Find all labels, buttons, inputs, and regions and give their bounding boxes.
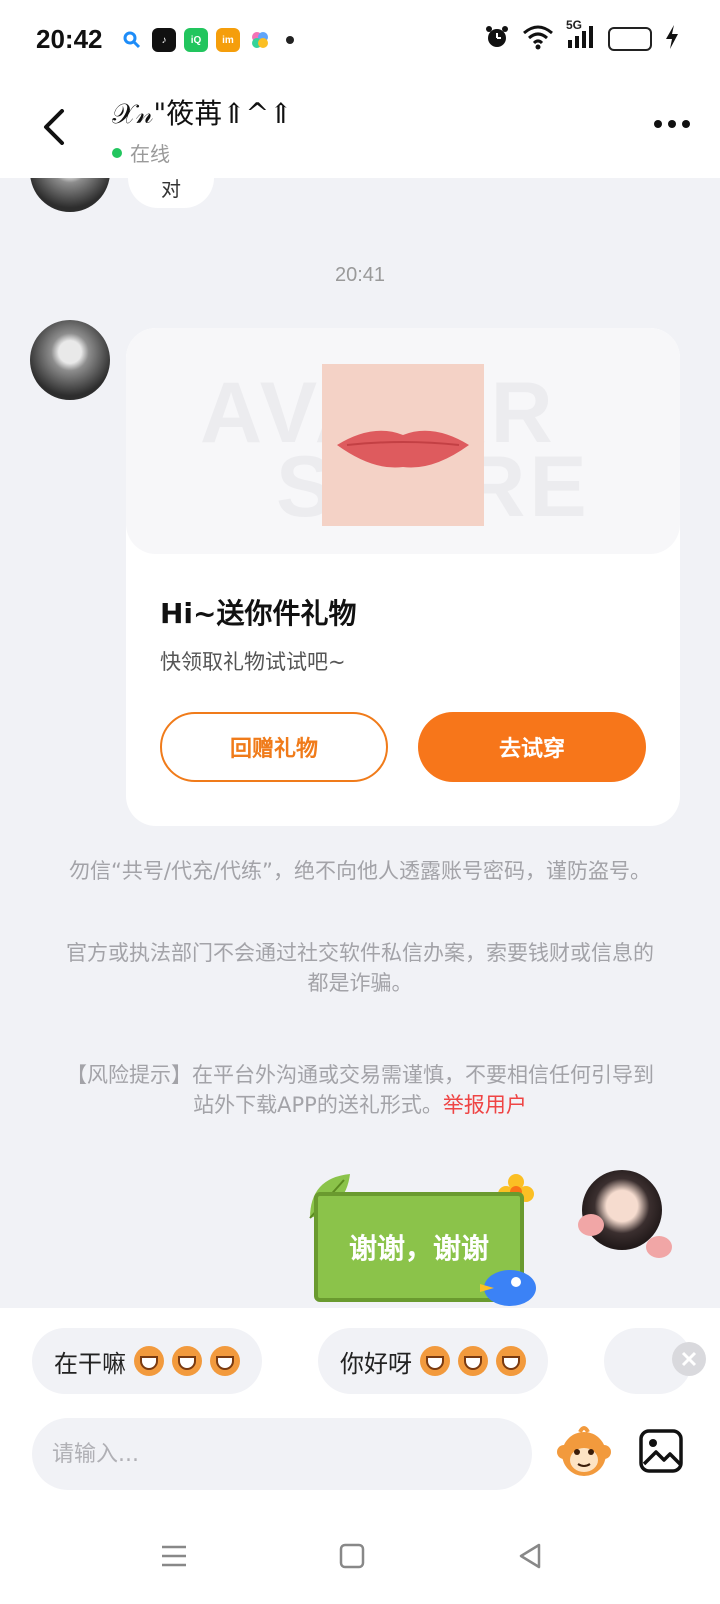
status-bar: 20:42 ♪ iQ im 5G 5 [0, 0, 720, 80]
risk-notice: 【风险提示】在平台外沟通或交易需谨慎，不要相信任何引导到站外下载APP的送礼形式… [60, 1060, 660, 1120]
gift-image-area: AVATAR STORE [126, 328, 680, 554]
close-quick-replies-button[interactable] [672, 1342, 706, 1376]
back-triangle-icon [519, 1543, 541, 1569]
chat-header: 𝒳𝓃"筱苒⇑^⇑ 在线 [0, 80, 720, 178]
status-time: 20:42 [36, 24, 103, 54]
menu-nav-button[interactable] [154, 1536, 194, 1576]
lips-icon [337, 430, 469, 468]
charging-icon [664, 24, 680, 54]
back-button[interactable] [34, 102, 74, 152]
iqiyi-icon: iQ [184, 28, 208, 52]
grin-emoji-icon [458, 1346, 488, 1376]
image-icon [639, 1429, 683, 1473]
sticker-message[interactable]: 谢谢，谢谢 [300, 1168, 540, 1308]
contact-avatar[interactable] [30, 178, 110, 212]
contact-avatar[interactable] [30, 320, 110, 400]
bottom-panel: 在干嘛 你好呀 [0, 1308, 720, 1604]
chat-messages[interactable]: 对 20:41 AVATAR STORE Hi~送你件礼物 快领取礼物试试吧~ … [0, 178, 720, 1308]
menu-icon [162, 1545, 186, 1567]
grin-emoji-icon [210, 1346, 240, 1376]
more-options-button[interactable] [654, 120, 690, 128]
network-label: 5G [566, 18, 583, 32]
report-user-link[interactable]: 举报用户 [443, 1093, 527, 1117]
wifi-icon [522, 24, 554, 54]
grin-emoji-icon [172, 1346, 202, 1376]
home-nav-button[interactable] [332, 1536, 372, 1576]
sticker-button[interactable] [554, 1422, 614, 1482]
signal-icon: 5G [566, 18, 596, 54]
notification-dot [286, 36, 294, 44]
more-dot-icon [668, 120, 676, 128]
gift-title: Hi~送你件礼物 [160, 597, 357, 630]
system-nav-bar [0, 1506, 720, 1604]
gift-card[interactable]: AVATAR STORE Hi~送你件礼物 快领取礼物试试吧~ 回赠礼物 去试穿 [126, 328, 680, 826]
risk-notice-text: 【风险提示】在平台外沟通或交易需谨慎，不要相信任何引导到站外下载APP的送礼形式… [66, 1063, 654, 1117]
message-bubble[interactable]: 对 [128, 178, 214, 208]
monkey-emoji-icon [557, 1426, 611, 1476]
tiktok-icon: ♪ [152, 28, 176, 52]
safety-notice: 勿信“共号/代充/代练”，绝不向他人透露账号密码，谨防盗号。 [69, 859, 651, 883]
try-on-button[interactable]: 去试穿 [418, 712, 646, 782]
paw-decoration-icon [578, 1214, 604, 1236]
alarm-icon [484, 24, 510, 54]
return-gift-button[interactable]: 回赠礼物 [160, 712, 388, 782]
image-button[interactable] [638, 1428, 684, 1474]
quick-reply-chip[interactable]: 你好呀 [318, 1328, 548, 1394]
grin-emoji-icon [134, 1346, 164, 1376]
fraud-notice: 官方或执法部门不会通过社交软件私信办案，索要钱财或信息的都是诈骗。 [66, 941, 654, 995]
message-input-box[interactable] [32, 1418, 532, 1490]
close-icon [681, 1351, 697, 1367]
message-input[interactable] [52, 1441, 512, 1467]
message-timestamp: 20:41 [334, 264, 386, 286]
paw-decoration-icon [646, 1236, 672, 1258]
flower-app-icon [248, 28, 272, 52]
bird-character-icon [480, 1270, 536, 1306]
quick-reply-chip[interactable]: 在干嘛 [32, 1328, 262, 1394]
battery-icon: 5 [608, 27, 652, 51]
more-dot-icon [682, 120, 690, 128]
contact-name: 𝒳𝓃"筱苒⇑^⇑ [112, 97, 293, 130]
grin-emoji-icon [496, 1346, 526, 1376]
online-status-text: 在线 [130, 142, 170, 166]
battery-level: 5 [639, 30, 649, 47]
status-right-icons: 5G 5 [484, 18, 680, 54]
status-app-icons: ♪ iQ im [120, 28, 294, 52]
quick-replies: 在干嘛 你好呀 [32, 1328, 692, 1394]
sticker-text: 谢谢，谢谢 [348, 1232, 489, 1265]
home-square-icon [339, 1543, 365, 1569]
quick-reply-label: 你好呀 [340, 1349, 412, 1378]
more-dot-icon [654, 120, 662, 128]
message-text: 对 [161, 178, 181, 201]
imou-icon: im [216, 28, 240, 52]
grin-emoji-icon [420, 1346, 450, 1376]
online-dot-icon [112, 147, 122, 158]
back-nav-button[interactable] [510, 1536, 550, 1576]
online-status: 在线 [112, 138, 170, 167]
lipstick-gift-image [322, 364, 484, 526]
gift-subtitle: 快领取礼物试试吧~ [160, 650, 346, 674]
quick-reply-label: 在干嘛 [54, 1349, 126, 1378]
search-icon [120, 28, 144, 52]
chevron-left-icon [44, 109, 64, 145]
